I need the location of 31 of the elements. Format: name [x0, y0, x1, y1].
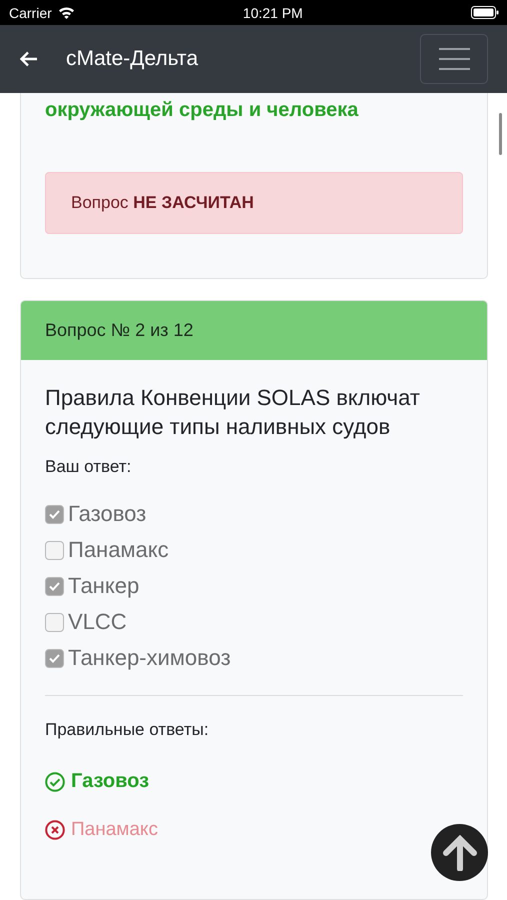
- battery-icon: [471, 6, 499, 19]
- checkmark-icon: [49, 582, 60, 591]
- checkmark-icon: [49, 654, 60, 663]
- option-label: Газовоз: [68, 501, 146, 528]
- option-label: Танкер-химовоз: [68, 645, 231, 672]
- menu-icon: [438, 47, 470, 71]
- menu-button[interactable]: [420, 34, 488, 84]
- app-title: cMate-Дельта: [66, 47, 199, 71]
- option-label: VLCC: [68, 609, 127, 636]
- answer-text: окружающей среды и человека: [45, 99, 360, 122]
- checkbox[interactable]: [45, 612, 64, 632]
- correct-answers-label: Правильные ответы:: [45, 720, 210, 740]
- carrier-label: Carrier: [9, 4, 52, 20]
- your-answer-label: Ваш ответ:: [45, 457, 132, 478]
- checkbox[interactable]: [45, 576, 64, 596]
- scrollbar: [499, 113, 502, 155]
- verdict-alert: Вопрос НЕ ЗАСЧИТАН: [45, 172, 463, 234]
- up-arrow-icon: [442, 834, 476, 870]
- checkbox[interactable]: [45, 540, 64, 560]
- checkbox[interactable]: [45, 648, 64, 668]
- clock-time: 10:21 PM: [242, 4, 303, 20]
- question-header: Вопрос № 2 из 12: [21, 301, 487, 360]
- option-label: Панамакс: [68, 537, 169, 564]
- checkbox[interactable]: [45, 504, 64, 524]
- result-answer: Панамакс: [71, 819, 158, 842]
- back-arrow-icon[interactable]: [20, 51, 38, 67]
- question-text: Правила Конвенции SOLAS включат следующие типы наливных судов: [45, 384, 421, 441]
- option-label: Танкер: [68, 573, 140, 600]
- wifi-icon: [58, 6, 75, 19]
- checkmark-icon: [49, 510, 60, 519]
- result-answer: Газовоз: [71, 770, 150, 794]
